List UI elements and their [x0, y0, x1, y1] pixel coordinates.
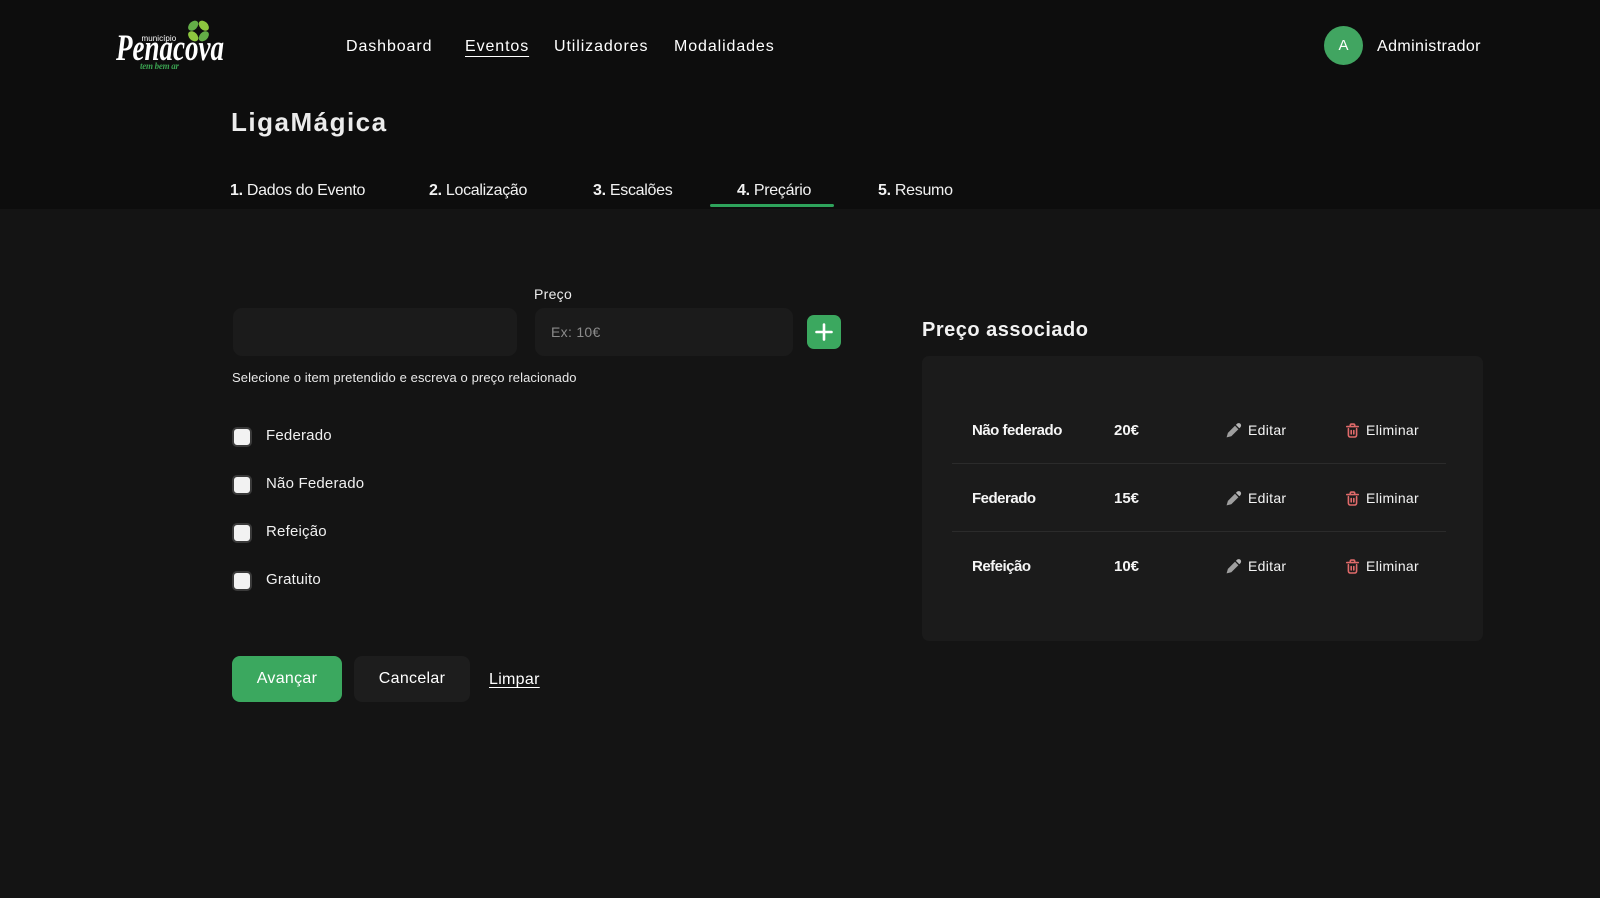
svg-text:tem bem ar: tem bem ar: [140, 61, 179, 71]
